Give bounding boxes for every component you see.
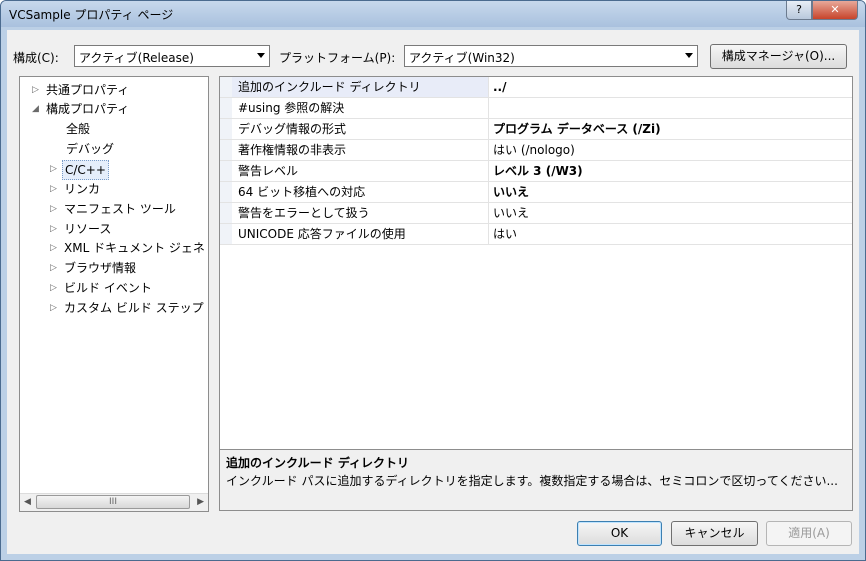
row-gutter (220, 119, 232, 139)
row-gutter (220, 77, 232, 97)
apply-button[interactable]: 適用(A) (766, 521, 852, 546)
tree-item-label: リンカ (64, 182, 101, 196)
cancel-button[interactable]: キャンセル (671, 521, 758, 546)
property-name: 警告レベル (232, 161, 489, 181)
row-gutter (220, 182, 232, 202)
chevron-down-icon (257, 53, 265, 58)
tree-item-label: C/C++ (62, 160, 109, 180)
configuration-label: 構成(C): (13, 51, 59, 65)
expand-arrow-icon[interactable]: ▷ (50, 239, 60, 257)
property-value[interactable]: プログラム データベース (/Zi) (490, 119, 852, 139)
row-gutter (220, 203, 232, 223)
tree-item-label: 全般 (66, 122, 91, 136)
ok-button[interactable]: OK (577, 521, 662, 546)
scroll-thumb[interactable]: III (36, 495, 190, 509)
row-gutter (220, 224, 232, 244)
expand-arrow-icon[interactable]: ▷ (50, 259, 60, 277)
property-value[interactable]: はい (490, 224, 852, 244)
expand-arrow-icon[interactable]: ▷ (50, 180, 60, 198)
property-value[interactable]: はい (/nologo) (490, 140, 852, 160)
tree-item-label: XML ドキュメント ジェネ (64, 241, 205, 255)
configuration-value: アクティブ(Release) (79, 51, 194, 65)
property-grid[interactable]: 追加のインクルード ディレクトリ ../ #using 参照の解決 デバッグ情報… (219, 76, 853, 452)
property-row[interactable]: 64 ビット移植への対応 いいえ (220, 182, 852, 203)
property-name: #using 参照の解決 (232, 98, 489, 118)
tree-item-debug[interactable]: デバッグ (66, 140, 114, 158)
horizontal-scrollbar[interactable]: ◀ III ▶ (20, 493, 208, 511)
property-row[interactable]: デバッグ情報の形式 プログラム データベース (/Zi) (220, 119, 852, 140)
property-row[interactable]: #using 参照の解決 (220, 98, 852, 119)
tree-item-label: ブラウザ情報 (64, 261, 137, 275)
row-gutter (220, 161, 232, 181)
help-button[interactable]: ? (786, 1, 812, 20)
property-value[interactable] (490, 98, 852, 118)
expand-arrow-icon[interactable]: ▷ (32, 81, 42, 99)
description-title: 追加のインクルード ディレクトリ (226, 456, 409, 470)
expand-arrow-icon[interactable]: ▷ (50, 299, 60, 317)
property-value[interactable]: ../ (490, 77, 852, 97)
tree-item-general[interactable]: 全般 (66, 120, 90, 138)
tree-item-label: リソース (64, 222, 112, 236)
tree-item-label: カスタム ビルド ステップ (64, 301, 204, 315)
tree-item-label: 構成プロパティ (46, 102, 130, 116)
tree-item-label: 共通プロパティ (46, 83, 130, 97)
window-title: VCSample プロパティ ページ (9, 8, 174, 22)
tree-item-label: ビルド イベント (64, 281, 152, 295)
property-name: デバッグ情報の形式 (232, 119, 489, 139)
description-text: インクルード パスに追加するディレクトリを指定します。複数指定する場合は、セミコ… (226, 474, 838, 488)
property-value[interactable]: いいえ (490, 203, 852, 223)
platform-label: プラットフォーム(P): (279, 51, 396, 65)
expand-arrow-icon[interactable]: ▷ (50, 279, 60, 297)
tree-item-label: マニフェスト ツール (64, 202, 176, 216)
row-gutter (220, 98, 232, 118)
row-gutter (220, 140, 232, 160)
scroll-right-icon[interactable]: ▶ (197, 497, 204, 507)
property-row[interactable]: 警告レベル レベル 3 (/W3) (220, 161, 852, 182)
collapse-arrow-icon[interactable]: ◢ (32, 100, 42, 118)
configuration-manager-button[interactable]: 構成マネージャ(O)... (710, 44, 847, 69)
property-tree[interactable]: ▷ 共通プロパティ ◢ 構成プロパティ 全般 デバッグ ▷ C/C++ ▷ リン… (19, 76, 209, 512)
property-row[interactable]: UNICODE 応答ファイルの使用 はい (220, 224, 852, 245)
property-name: 64 ビット移植への対応 (232, 182, 489, 202)
property-value[interactable]: レベル 3 (/W3) (490, 161, 852, 181)
property-value[interactable]: いいえ (490, 182, 852, 202)
description-panel: 追加のインクルード ディレクトリ インクルード パスに追加するディレクトリを指定… (219, 449, 853, 511)
property-name: 追加のインクルード ディレクトリ (232, 77, 489, 97)
tree-item-label: デバッグ (66, 142, 115, 156)
property-row[interactable]: 警告をエラーとして扱う いいえ (220, 203, 852, 224)
expand-arrow-icon[interactable]: ▷ (50, 220, 60, 238)
title-bar[interactable]: VCSample プロパティ ページ ? ✕ (1, 1, 865, 27)
platform-dropdown[interactable]: アクティブ(Win32) (404, 45, 698, 67)
expand-arrow-icon[interactable]: ▷ (50, 160, 60, 178)
property-pages-window: VCSample プロパティ ページ ? ✕ 構成(C): アクティブ(Rele… (0, 0, 866, 561)
expand-arrow-icon[interactable]: ▷ (50, 200, 60, 218)
close-button[interactable]: ✕ (812, 1, 858, 20)
platform-value: アクティブ(Win32) (409, 51, 515, 65)
property-row[interactable]: 追加のインクルード ディレクトリ ../ (220, 77, 852, 98)
property-row[interactable]: 著作権情報の非表示 はい (/nologo) (220, 140, 852, 161)
property-name: 著作権情報の非表示 (232, 140, 489, 160)
scroll-left-icon[interactable]: ◀ (24, 497, 31, 507)
property-name: UNICODE 応答ファイルの使用 (232, 224, 489, 244)
property-name: 警告をエラーとして扱う (232, 203, 489, 223)
chevron-down-icon (685, 53, 693, 58)
configuration-dropdown[interactable]: アクティブ(Release) (74, 45, 270, 67)
dialog-client-area: 構成(C): アクティブ(Release) プラットフォーム(P): アクティブ… (7, 30, 859, 554)
